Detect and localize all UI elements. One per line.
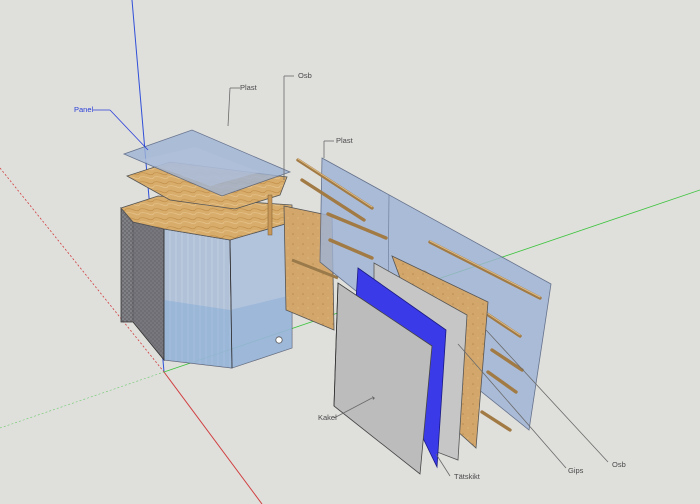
label-osb-top: Osb xyxy=(283,71,312,180)
panel-side-shade xyxy=(132,221,165,361)
axis-red xyxy=(163,371,263,504)
panel-inner-bottom xyxy=(164,300,232,368)
drain-hole xyxy=(275,336,283,344)
label-tatskikt-text: Tätskikt xyxy=(454,472,481,481)
label-panel: Panel xyxy=(74,105,149,151)
label-plast-wall: Plast xyxy=(323,136,354,158)
label-plast-wall-text: Plast xyxy=(336,136,354,145)
label-osb-top-text: Osb xyxy=(298,71,312,80)
3d-model-scene[interactable]: Panel Plast Osb Plast Kakel Tätskikt Gip… xyxy=(0,0,700,504)
axis-green-negative xyxy=(0,371,165,429)
label-kakel-text: Kakel xyxy=(318,413,337,422)
label-plast-top: Plast xyxy=(227,83,258,127)
panel-module[interactable] xyxy=(120,195,293,369)
sketchup-viewport[interactable]: Panel Plast Osb Plast Kakel Tätskikt Gip… xyxy=(0,0,700,504)
label-plast-top-text: Plast xyxy=(240,83,258,92)
label-gips-text: Gips xyxy=(568,466,584,475)
label-panel-text: Panel xyxy=(74,105,94,114)
label-osb-bottom-text: Osb xyxy=(612,460,626,469)
